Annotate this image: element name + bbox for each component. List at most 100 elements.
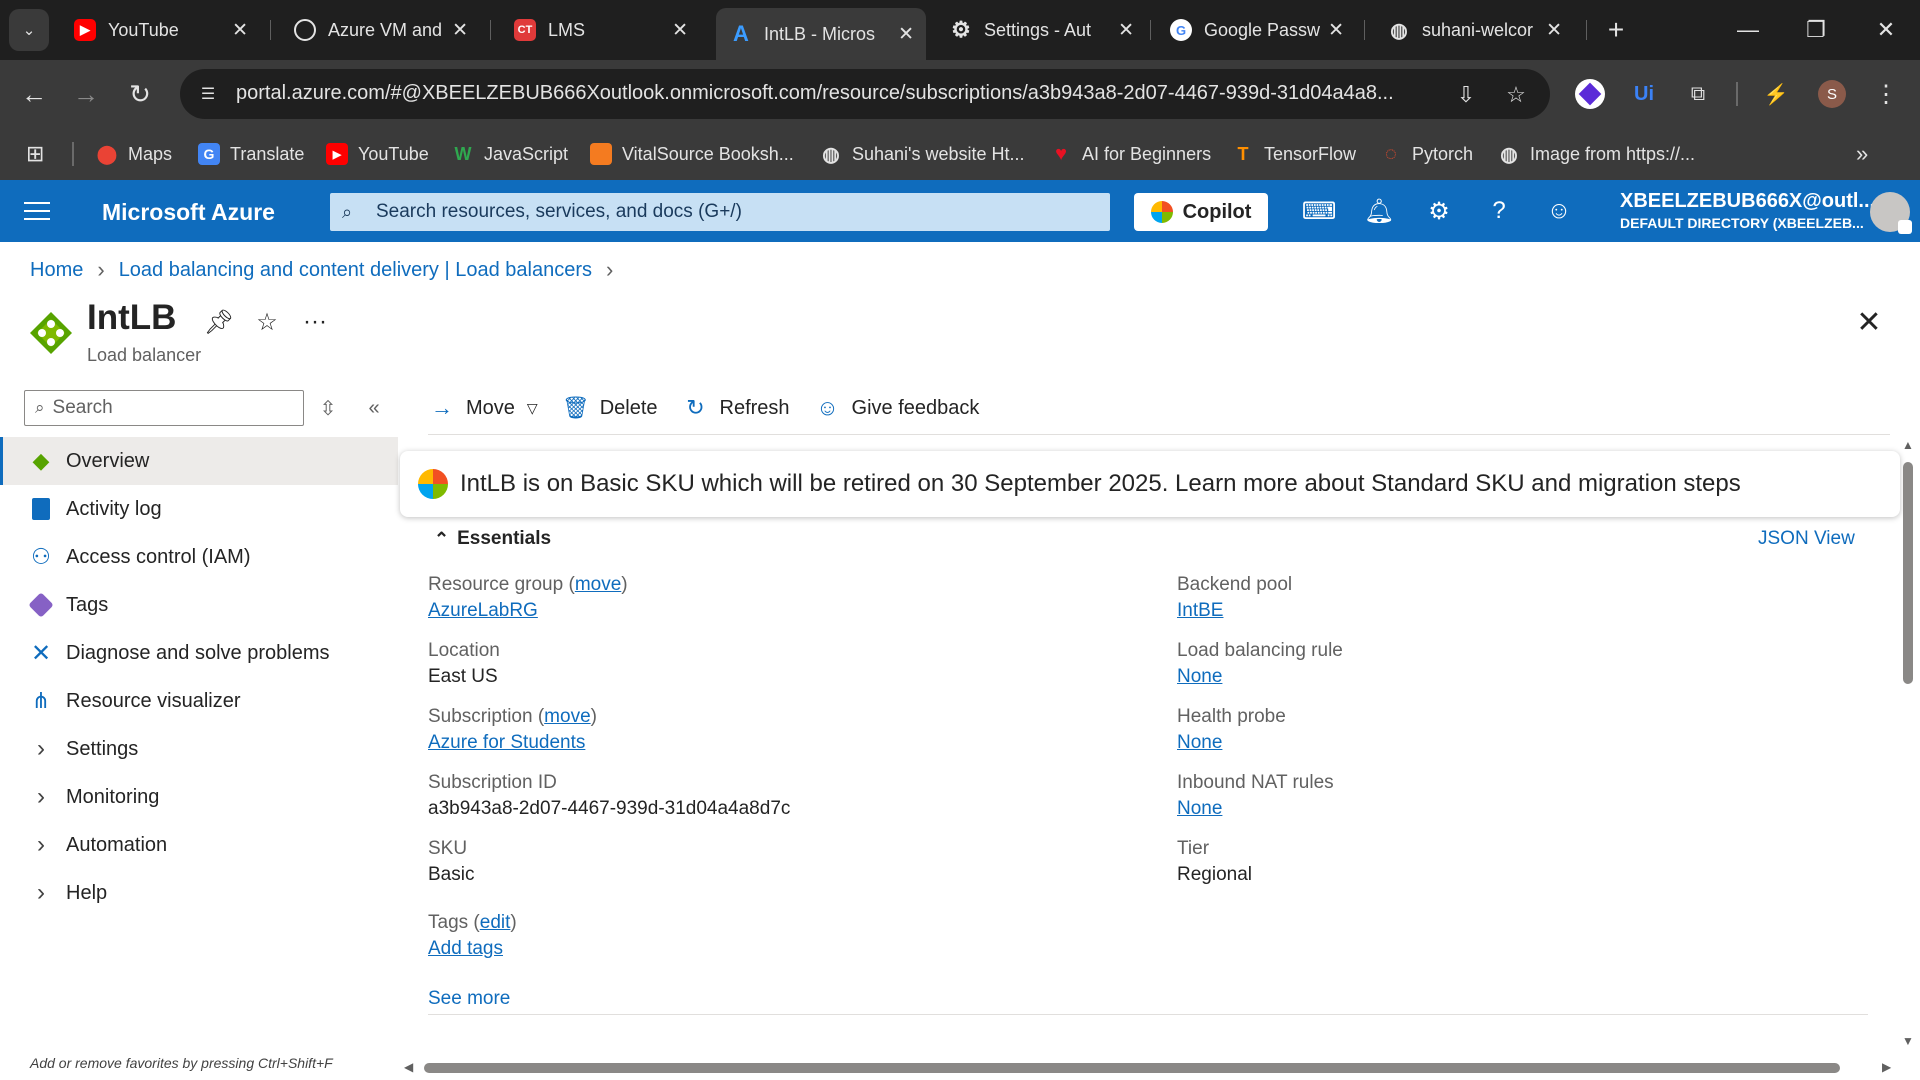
bookmark-star-icon[interactable]: ☆ (1502, 81, 1530, 109)
backend-pool-link[interactable]: IntBE (1177, 600, 1292, 622)
refresh-button[interactable]: ↻ Refresh (682, 394, 789, 422)
bookmark-translate[interactable]: G Translate (198, 140, 304, 168)
nav-item-automation[interactable]: › Automation (0, 821, 398, 869)
browser-menu-icon[interactable]: ⋮ (1868, 76, 1904, 112)
extensions-puzzle-icon[interactable]: ⧉ (1680, 76, 1716, 112)
bookmark-maps[interactable]: ⬤ Maps (96, 140, 172, 168)
minimize-button[interactable]: — (1720, 8, 1776, 52)
bookmark-ai-for-beginners[interactable]: ♥ AI for Beginners (1050, 140, 1211, 168)
add-tags-link[interactable]: Add tags (428, 938, 517, 960)
tab-intlb[interactable]: A IntLB - Micros ✕ (716, 8, 926, 60)
notifications-bell-icon[interactable]: 🔔︎ (1362, 194, 1396, 228)
collapse-menu-icon[interactable]: « (360, 394, 388, 422)
give-feedback-button[interactable]: ☺ Give feedback (814, 394, 979, 422)
resource-group-link[interactable]: AzureLabRG (428, 600, 628, 622)
move-button[interactable]: → Move ▽ (428, 394, 538, 422)
global-search-input[interactable]: ⌕ Search resources, services, and docs (… (330, 193, 1110, 231)
horizontal-scroll-thumb[interactable] (424, 1063, 1840, 1073)
tab-azure-vm[interactable]: Azure VM and ✕ (280, 8, 480, 52)
close-icon[interactable]: ✕ (1546, 19, 1562, 42)
nav-item-overview[interactable]: ◆ Overview (0, 437, 398, 485)
move-resource-group-link[interactable]: move (575, 574, 621, 595)
edit-tags-link[interactable]: edit (480, 912, 511, 933)
close-icon[interactable]: ✕ (898, 23, 914, 46)
nav-item-access-control[interactable]: ⚇ Access control (IAM) (0, 533, 398, 581)
close-icon[interactable]: ✕ (232, 19, 248, 42)
portal-menu-button[interactable] (22, 198, 52, 224)
close-blade-icon[interactable]: ✕ (1852, 305, 1886, 339)
nav-item-resource-visualizer[interactable]: ⋔ Resource visualizer (0, 677, 398, 725)
breadcrumb-home[interactable]: Home (30, 259, 83, 282)
help-icon[interactable]: ? (1482, 194, 1516, 228)
json-view-link[interactable]: JSON View (1758, 528, 1855, 550)
close-icon[interactable]: ✕ (1118, 19, 1134, 42)
expand-collapse-icon[interactable]: ⇳ (314, 394, 342, 422)
window-close-button[interactable]: ✕ (1858, 8, 1914, 52)
bookmark-tensorflow[interactable]: T TensorFlow (1232, 140, 1357, 168)
tab-settings[interactable]: ⚙ Settings - Aut ✕ (936, 8, 1146, 52)
bookmark-vitalsource[interactable]: VitalSource Booksh... (590, 140, 794, 168)
reload-button[interactable]: ↻ (120, 74, 160, 114)
close-icon[interactable]: ✕ (672, 19, 688, 42)
back-button[interactable]: ← (14, 74, 54, 114)
pin-icon[interactable]: 📌︎ (204, 307, 234, 337)
install-app-icon[interactable]: ⇩ (1452, 81, 1480, 109)
performance-icon[interactable]: ⚡ (1758, 76, 1794, 112)
bookmark-pytorch[interactable]: ◌ Pytorch (1380, 140, 1473, 168)
move-subscription-link[interactable]: move (544, 706, 590, 727)
scroll-left-icon[interactable]: ◀ (404, 1060, 413, 1074)
extension-ui-icon[interactable]: Ui (1626, 76, 1662, 112)
extension-purple-icon[interactable] (1572, 76, 1608, 112)
cloud-shell-icon[interactable]: ⌨ (1302, 194, 1337, 228)
portal-brand[interactable]: Microsoft Azure (102, 199, 275, 226)
horizontal-scrollbar[interactable]: ◀ ▶ (400, 1058, 1900, 1078)
bookmarks-overflow-icon[interactable]: » (1856, 140, 1868, 168)
copilot-button[interactable]: Copilot (1134, 193, 1268, 231)
close-icon[interactable]: ✕ (1328, 19, 1344, 42)
nav-item-activity-log[interactable]: Activity log (0, 485, 398, 533)
bookmark-suhani-website[interactable]: ◍ Suhani's website Ht... (820, 140, 1024, 168)
tab-lms[interactable]: CT LMS ✕ (500, 8, 700, 52)
nav-item-diagnose[interactable]: ✕ Diagnose and solve problems (0, 629, 398, 677)
new-tab-button[interactable]: + (1598, 12, 1634, 48)
resource-menu-search-input[interactable]: ⌕ Search (24, 390, 304, 426)
subscription-link[interactable]: Azure for Students (428, 732, 597, 754)
restore-button[interactable]: ❐ (1788, 8, 1844, 52)
site-info-icon[interactable]: ☰ (196, 82, 220, 106)
tab-google-passwords[interactable]: G Google Passw ✕ (1156, 8, 1356, 52)
vertical-scrollbar[interactable]: ▲ ▼ (1898, 438, 1918, 1050)
bookmark-javascript[interactable]: W JavaScript (452, 140, 569, 168)
nav-item-help[interactable]: › Help (0, 869, 398, 917)
breadcrumb-load-balancers[interactable]: Load balancing and content delivery | Lo… (119, 259, 592, 282)
nav-item-tags[interactable]: Tags (0, 581, 398, 629)
forward-button[interactable]: → (66, 74, 106, 114)
favorite-star-icon[interactable]: ☆ (252, 307, 282, 337)
vertical-scroll-thumb[interactable] (1903, 462, 1913, 684)
essentials-toggle[interactable]: ⌃ Essentials (434, 528, 551, 550)
nav-item-settings[interactable]: › Settings (0, 725, 398, 773)
feedback-icon[interactable]: ☺ (1542, 194, 1576, 228)
lb-rule-link[interactable]: None (1177, 666, 1343, 688)
scroll-up-icon[interactable]: ▲ (1901, 438, 1915, 452)
inbound-nat-link[interactable]: None (1177, 798, 1334, 820)
tab-suhani-welcome[interactable]: ◍ suhani-welcor ✕ (1374, 8, 1574, 52)
tab-youtube[interactable]: ▶ YouTube ✕ (60, 8, 260, 52)
delete-button[interactable]: 🗑︎ Delete (562, 394, 658, 422)
settings-gear-icon[interactable]: ⚙ (1422, 194, 1456, 228)
see-more-link[interactable]: See more (428, 988, 510, 1010)
apps-grid-icon[interactable]: ⊞ (26, 140, 44, 168)
scroll-right-icon[interactable]: ▶ (1882, 1060, 1891, 1074)
address-bar[interactable]: ☰ portal.azure.com/#@XBEELZEBUB666Xoutlo… (180, 69, 1550, 119)
tab-search-button[interactable]: ⌄ (9, 9, 49, 51)
sku-retirement-banner[interactable]: IntLB is on Basic SKU which will be reti… (400, 451, 1900, 517)
user-avatar[interactable] (1870, 192, 1912, 234)
more-options-icon[interactable]: ··· (300, 307, 330, 337)
bookmark-youtube[interactable]: ▶ YouTube (326, 140, 429, 168)
bookmark-image-from[interactable]: ◍ Image from https://... (1498, 140, 1695, 168)
nav-item-monitoring[interactable]: › Monitoring (0, 773, 398, 821)
scroll-down-icon[interactable]: ▼ (1901, 1034, 1915, 1048)
health-probe-link[interactable]: None (1177, 732, 1286, 754)
account-menu[interactable]: XBEELZEBUB666X@outl... DEFAULT DIRECTORY… (1620, 190, 1875, 231)
close-icon[interactable]: ✕ (452, 19, 468, 42)
profile-avatar[interactable]: S (1814, 76, 1850, 112)
